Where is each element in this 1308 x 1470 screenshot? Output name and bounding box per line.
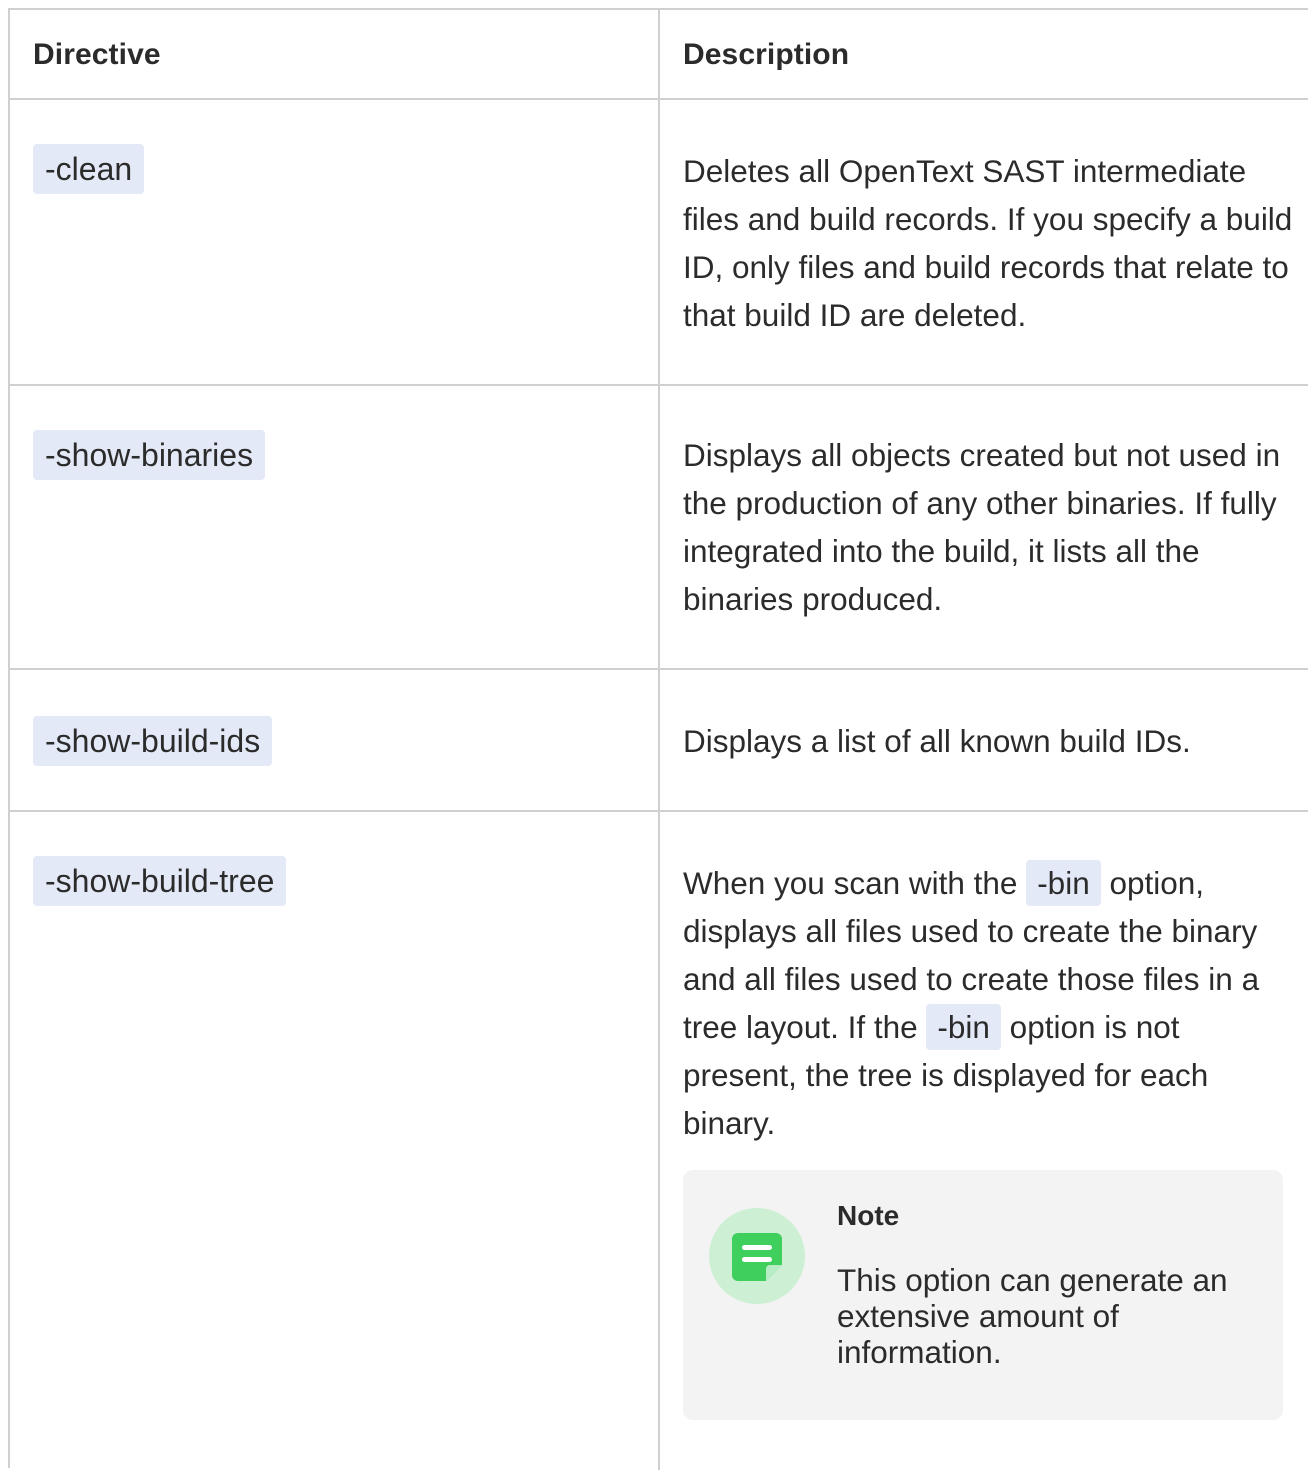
description-clean: Deletes all OpenText SAST intermediate f…	[683, 153, 1293, 333]
column-divider	[658, 10, 660, 1470]
directive-show-build-tree: -show-build-tree	[33, 856, 287, 906]
description-show-build-ids: Displays a list of all known build IDs.	[683, 723, 1191, 759]
row-divider	[10, 810, 1308, 812]
directive-show-build-ids: -show-build-ids	[33, 716, 273, 766]
row-divider	[10, 668, 1308, 670]
header-description: Description	[683, 38, 850, 71]
directive-clean: -clean	[33, 144, 145, 194]
header-directive: Directive	[33, 38, 161, 71]
row-divider	[10, 384, 1308, 386]
inline-code-bin: -bin	[926, 1004, 1001, 1050]
note-icon	[709, 1208, 805, 1304]
note-callout: Note This option can generate an extensi…	[683, 1170, 1283, 1420]
note-text: This option can generate an extensive am…	[837, 1262, 1228, 1370]
inline-code-bin: -bin	[1026, 860, 1101, 906]
directives-table: Directive Description -clean Deletes all…	[8, 8, 1308, 1470]
directive-show-binaries: -show-binaries	[33, 430, 266, 480]
note-icon-graphic	[732, 1233, 782, 1281]
description-text: When you scan with the	[683, 865, 1027, 901]
description-show-build-tree: When you scan with the -bin option, disp…	[683, 859, 1293, 1147]
description-show-binaries: Displays all objects created but not use…	[683, 437, 1281, 617]
note-title: Note	[837, 1200, 900, 1231]
row-divider	[10, 98, 1308, 100]
